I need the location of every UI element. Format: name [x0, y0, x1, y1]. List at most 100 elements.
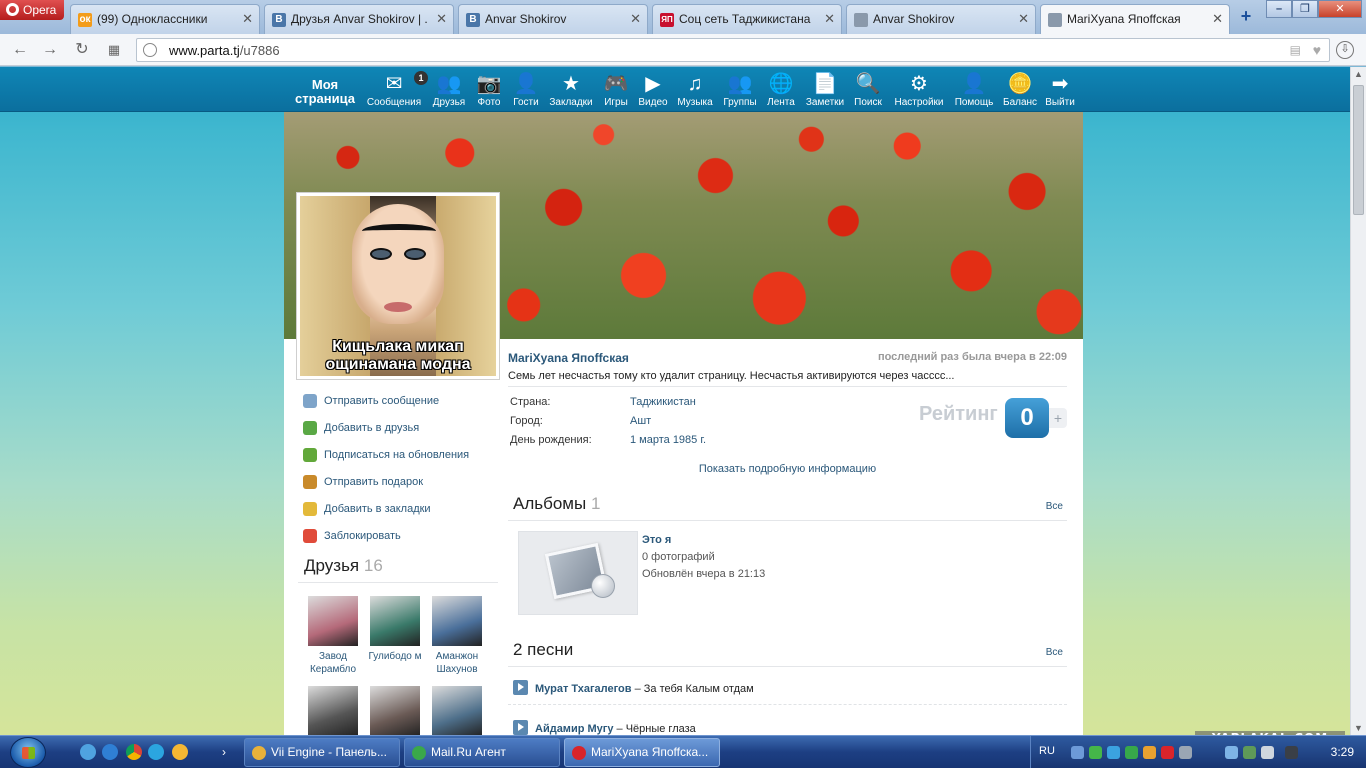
friend-avatar[interactable] [308, 686, 358, 735]
vertical-scrollbar[interactable]: ▲ ▼ [1350, 67, 1366, 735]
menu-item-13[interactable]: 👤 Помощь [954, 71, 994, 108]
quicklaunch-mail-icon[interactable] [172, 744, 188, 760]
tray-display-icon[interactable] [1261, 746, 1274, 759]
songs-heading[interactable]: 2 песни [513, 640, 573, 660]
album-thumbnail[interactable] [518, 531, 638, 615]
tab-anvar-shokirov[interactable]: В Anvar Shokirov ✕ [458, 4, 648, 34]
menu-item-4[interactable]: ★ Закладки [548, 71, 594, 108]
friend-avatar[interactable] [370, 686, 420, 735]
tray-app-icon[interactable] [1143, 746, 1156, 759]
tray-power-icon[interactable] [1243, 746, 1256, 759]
clock[interactable]: 3:29 [1331, 745, 1354, 759]
speed-dial-icon[interactable]: ▦ [104, 40, 124, 60]
menu-item-2[interactable]: 📷 Фото [474, 71, 504, 108]
friend-name[interactable]: Гулибодо м [368, 651, 421, 662]
taskbar-item[interactable]: Mail.Ru Агент [404, 738, 560, 767]
tray-shield-icon[interactable] [1089, 746, 1102, 759]
tray-opera-icon[interactable] [1161, 746, 1174, 759]
menu-item-6[interactable]: ▶ Видео [638, 71, 668, 108]
menu-item-7[interactable]: ♫ Музыка [676, 71, 714, 108]
close-icon[interactable]: ✕ [630, 11, 641, 27]
close-window-button[interactable]: ✕ [1318, 0, 1362, 18]
friends-heading[interactable]: Друзья 16 [304, 556, 383, 576]
action-subscribe[interactable]: Подписаться на обновления [302, 446, 502, 473]
info-value[interactable]: Таджикистан [630, 396, 696, 408]
friend-item[interactable] [302, 686, 364, 735]
menu-item-9[interactable]: 🌐 Лента [766, 71, 796, 108]
albums-all-link[interactable]: Все [1046, 501, 1063, 512]
tab-marixyana[interactable]: MariXyana Япоffская ✕ [1040, 4, 1230, 35]
opera-menu-button[interactable]: Opera [0, 0, 64, 20]
close-icon[interactable]: ✕ [1018, 11, 1029, 27]
minimize-button[interactable]: – [1266, 0, 1292, 18]
menu-item-0[interactable]: ✉ Сообщения 1 [366, 71, 428, 108]
song-artist[interactable]: Айдамир Мугу [535, 723, 613, 735]
friend-item[interactable]: Гулибодо м [364, 596, 426, 663]
friend-item[interactable] [364, 686, 426, 735]
info-value[interactable]: 1 марта 1985 г. [630, 434, 706, 446]
menu-item-1[interactable]: 👥 Друзья [432, 71, 466, 108]
close-icon[interactable]: ✕ [1212, 11, 1223, 27]
language-indicator[interactable]: RU [1039, 745, 1055, 757]
song-artist[interactable]: Мурат Тхагалегов [535, 683, 632, 695]
action-block[interactable]: Заблокировать [302, 527, 502, 554]
quicklaunch-skype-icon[interactable] [148, 744, 164, 760]
reload-icon[interactable]: ↻ [72, 40, 92, 60]
tray-volume-icon[interactable] [1225, 746, 1238, 759]
rating-plus-button[interactable]: + [1049, 408, 1067, 428]
tray-network-icon[interactable] [1071, 746, 1084, 759]
tab-odnoklassniki[interactable]: ок (99) Одноклассники ✕ [70, 4, 260, 34]
friend-name[interactable]: Завод Керамбло [310, 651, 356, 675]
scrollbar-thumb[interactable] [1353, 85, 1364, 215]
download-icon[interactable]: ⇩ [1336, 41, 1354, 59]
quicklaunch-more-icon[interactable]: › [216, 744, 232, 760]
quicklaunch-chrome-icon[interactable] [126, 744, 142, 760]
url-field[interactable]: www.parta.tj/u7886 ▤ ♥ [136, 38, 1330, 62]
close-icon[interactable]: ✕ [436, 11, 447, 27]
friend-avatar[interactable] [432, 686, 482, 735]
friend-item[interactable]: Аманжон Шахунов [426, 596, 488, 676]
friend-avatar[interactable] [432, 596, 482, 646]
scroll-down-icon[interactable]: ▼ [1354, 723, 1363, 733]
my-page-link[interactable]: Моя страница [290, 78, 360, 106]
menu-item-15[interactable]: ➡ Выйти [1044, 71, 1076, 108]
menu-item-3[interactable]: 👤 Гости [511, 71, 541, 108]
heart-icon[interactable]: ♥ [1313, 42, 1321, 58]
scroll-up-icon[interactable]: ▲ [1354, 69, 1363, 79]
forward-arrow-icon[interactable]: → [40, 40, 60, 60]
action-bookmark[interactable]: Добавить в закладки [302, 500, 502, 527]
maximize-button[interactable]: ❐ [1292, 0, 1318, 18]
taskbar-item[interactable]: MariXyana Япоffска... [564, 738, 720, 767]
quicklaunch-ie-icon[interactable] [102, 744, 118, 760]
taskbar-item[interactable]: Vii Engine - Панель... [244, 738, 400, 767]
play-icon[interactable] [513, 680, 528, 695]
songs-all-link[interactable]: Все [1046, 647, 1063, 658]
play-icon[interactable] [513, 720, 528, 735]
start-button[interactable] [10, 737, 46, 768]
tray-skype-icon[interactable] [1107, 746, 1120, 759]
action-message[interactable]: Отправить сообщение [302, 392, 502, 419]
quicklaunch-explorer-icon[interactable] [80, 744, 96, 760]
menu-item-14[interactable]: 🪙 Баланс [1003, 71, 1037, 108]
friend-name[interactable]: Аманжон Шахунов [436, 651, 478, 675]
rss-icon[interactable]: ▤ [1290, 43, 1301, 57]
menu-item-8[interactable]: 👥 Группы [722, 71, 758, 108]
tray-misc-icon[interactable] [1179, 746, 1192, 759]
menu-item-5[interactable]: 🎮 Игры [603, 71, 629, 108]
albums-heading[interactable]: Альбомы 1 [513, 494, 600, 514]
friend-item[interactable]: Завод Керамбло [302, 596, 364, 676]
menu-item-11[interactable]: 🔍 Поиск [852, 71, 884, 108]
tray-agent-icon[interactable] [1125, 746, 1138, 759]
friend-avatar[interactable] [308, 596, 358, 646]
new-tab-button[interactable]: + [1236, 6, 1256, 26]
tab-friends-anvar[interactable]: В Друзья Anvar Shokirov | ... ✕ [264, 4, 454, 34]
action-gift[interactable]: Отправить подарок [302, 473, 502, 500]
tab-soc-set[interactable]: ЯП Соц сеть Таджикистана ✕ [652, 4, 842, 34]
menu-item-10[interactable]: 📄 Заметки [804, 71, 846, 108]
back-arrow-icon[interactable]: ← [10, 40, 30, 60]
friend-item[interactable] [426, 686, 488, 735]
friend-avatar[interactable] [370, 596, 420, 646]
avatar-frame[interactable]: Кищьлака микап ощинамана модна [296, 192, 500, 380]
close-icon[interactable]: ✕ [824, 11, 835, 27]
close-icon[interactable]: ✕ [242, 11, 253, 27]
